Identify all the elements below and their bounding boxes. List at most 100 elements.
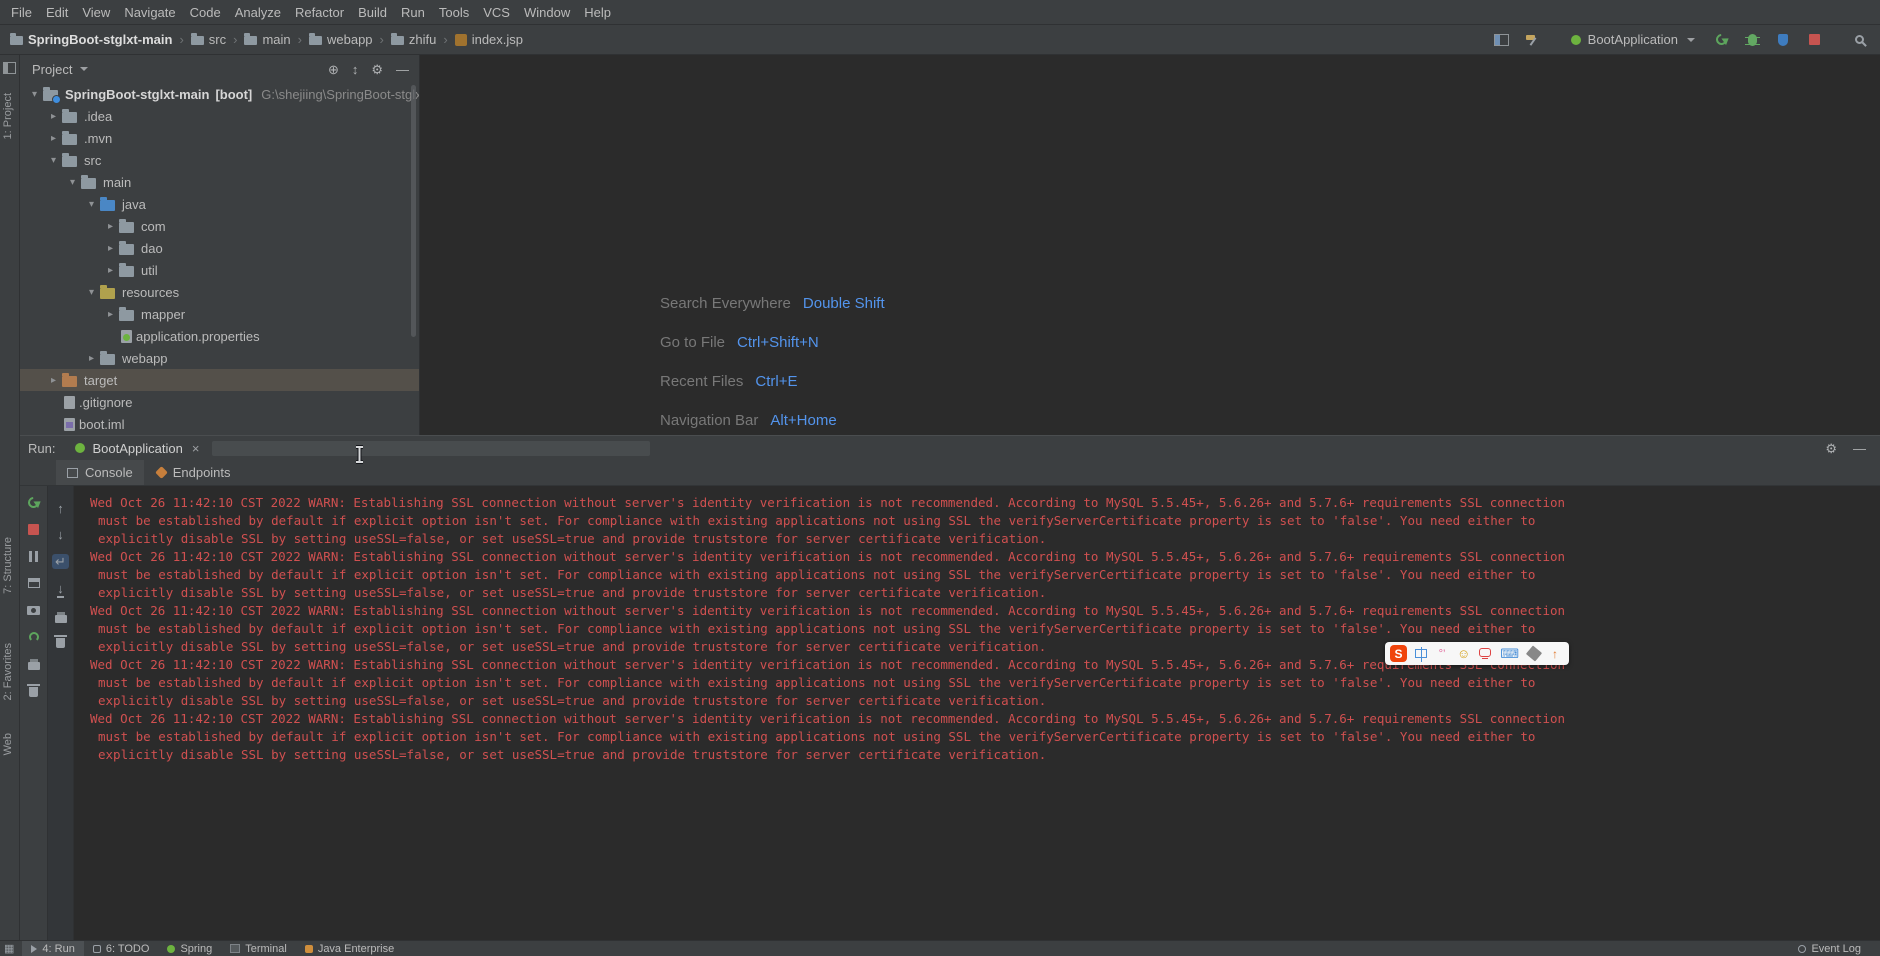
menu-analyze[interactable]: Analyze [228, 2, 288, 23]
ime-punctuation-button[interactable]: °’ [1436, 646, 1448, 662]
tree-item-webapp[interactable]: ▸webapp [20, 347, 419, 369]
scroll-to-end-button[interactable]: ↓ [57, 582, 64, 598]
print-button[interactable] [28, 658, 40, 670]
tree-item-main[interactable]: ▾main [20, 171, 419, 193]
tree-item-mapper[interactable]: ▸mapper [20, 303, 419, 325]
collapse-all-icon[interactable]: ↕ [352, 63, 359, 76]
tree-item-boot-iml[interactable]: boot.iml [20, 413, 419, 435]
tree-item-target[interactable]: ▸target [20, 369, 419, 391]
tab-console[interactable]: Console [56, 460, 144, 485]
tree-collapsed-arrow-icon[interactable]: ▸ [45, 133, 62, 144]
rerun-button[interactable] [28, 496, 39, 508]
tree-item-util[interactable]: ▸util [20, 259, 419, 281]
stop-button[interactable] [28, 523, 39, 535]
tree-expanded-arrow-icon[interactable]: ▾ [45, 155, 62, 166]
menu-vcs[interactable]: VCS [476, 2, 517, 23]
statusbar-item-spring[interactable]: Spring [158, 941, 221, 956]
tree-item-idea[interactable]: ▸.idea [20, 105, 419, 127]
breadcrumb-item-webapp[interactable]: webapp [307, 30, 375, 49]
tree-expanded-arrow-icon[interactable]: ▾ [26, 89, 43, 100]
tree-item-com[interactable]: ▸com [20, 215, 419, 237]
sogou-logo-icon[interactable]: S [1390, 645, 1407, 662]
stripe-button-web[interactable]: Web [2, 733, 14, 755]
tree-collapsed-arrow-icon[interactable]: ▸ [45, 111, 62, 122]
breadcrumb-item-zhifu[interactable]: zhifu [389, 30, 438, 49]
tree-item-gitignore[interactable]: .gitignore [20, 391, 419, 413]
tree-expanded-arrow-icon[interactable]: ▾ [83, 287, 100, 298]
statusbar-item-event-log[interactable]: Event Log [1789, 941, 1870, 956]
tree-item-mvn[interactable]: ▸.mvn [20, 127, 419, 149]
menu-help[interactable]: Help [577, 2, 618, 23]
tree-collapsed-arrow-icon[interactable]: ▸ [102, 309, 119, 320]
run-button[interactable] [1712, 30, 1730, 50]
statusbar-item-4-run[interactable]: 4: Run [22, 941, 83, 956]
settings-gear-icon[interactable]: ⚙ [371, 63, 383, 76]
menu-file[interactable]: File [4, 2, 39, 23]
breadcrumb-item-springboot-stglxt-main[interactable]: SpringBoot-stglxt-main [8, 30, 174, 49]
statusbar-item-6-todo[interactable]: 6: TODO [84, 941, 159, 956]
update-application-button[interactable] [29, 631, 39, 643]
hide-panel-icon[interactable]: — [1853, 442, 1866, 455]
layout-button[interactable] [1493, 30, 1511, 50]
stop-button[interactable] [1805, 30, 1823, 50]
breadcrumb-item-index-jsp[interactable]: index.jsp [453, 30, 525, 49]
breadcrumb-item-src[interactable]: src [189, 30, 228, 49]
pause-output-button[interactable] [29, 550, 38, 562]
menu-tools[interactable]: Tools [432, 2, 476, 23]
tool-window-switcher-icon[interactable]: ▦ [4, 942, 14, 955]
restore-layout-button[interactable] [28, 577, 40, 589]
tree-collapsed-arrow-icon[interactable]: ▸ [102, 243, 119, 254]
menu-view[interactable]: View [75, 2, 117, 23]
console-output[interactable]: Wed Oct 26 11:42:10 CST 2022 WARN: Estab… [74, 486, 1880, 940]
ime-handwriting-button[interactable] [1526, 645, 1542, 661]
tree-collapsed-arrow-icon[interactable]: ▸ [83, 353, 100, 364]
stripe-button-favorites[interactable]: 2: Favorites [2, 643, 14, 700]
settings-gear-icon[interactable]: ⚙ [1825, 442, 1837, 455]
tree-item-java[interactable]: ▾java [20, 193, 419, 215]
menu-refactor[interactable]: Refactor [288, 2, 351, 23]
menu-window[interactable]: Window [517, 2, 577, 23]
clear-all-button[interactable] [56, 636, 65, 648]
coverage-button[interactable] [1774, 30, 1792, 50]
hide-panel-icon[interactable]: — [396, 63, 409, 76]
dump-threads-button[interactable] [27, 604, 40, 616]
ime-keyboard-button[interactable]: ⌨ [1500, 646, 1519, 662]
tab-endpoints[interactable]: Endpoints [146, 460, 242, 485]
statusbar-item-java-enterprise[interactable]: Java Enterprise [296, 941, 403, 956]
statusbar-item-terminal[interactable]: Terminal [221, 941, 296, 956]
build-button[interactable] [1524, 30, 1542, 50]
ime-emoji-button[interactable]: ☺ [1457, 646, 1470, 662]
run-tab-bootapplication[interactable]: BootApplication × [67, 439, 207, 458]
tree-expanded-arrow-icon[interactable]: ▾ [64, 177, 81, 188]
stripe-button-structure[interactable]: 7: Structure [2, 537, 14, 594]
menu-edit[interactable]: Edit [39, 2, 75, 23]
menu-navigate[interactable]: Navigate [117, 2, 182, 23]
ime-chinese-mode-button[interactable] [1415, 649, 1427, 658]
soft-wrap-button[interactable]: ↵ [52, 554, 69, 569]
tree-item-dao[interactable]: ▸dao [20, 237, 419, 259]
ime-toolbox-button[interactable]: ↑ [1549, 646, 1561, 662]
tree-collapsed-arrow-icon[interactable]: ▸ [102, 221, 119, 232]
menu-run[interactable]: Run [394, 2, 432, 23]
print-button[interactable] [55, 611, 67, 623]
menu-build[interactable]: Build [351, 2, 394, 23]
tree-item-application-properties[interactable]: application.properties [20, 325, 419, 347]
menu-code[interactable]: Code [183, 2, 228, 23]
breadcrumb-item-main[interactable]: main [242, 30, 292, 49]
tree-item-resources[interactable]: ▾resources [20, 281, 419, 303]
run-configuration-select[interactable]: BootApplication [1567, 30, 1699, 49]
project-tree-scrollbar[interactable] [411, 85, 416, 337]
down-stack-trace-button[interactable]: ↓ [57, 528, 64, 541]
project-panel-title[interactable]: Project [32, 62, 72, 77]
tree-collapsed-arrow-icon[interactable]: ▸ [45, 375, 62, 386]
debug-button[interactable] [1743, 30, 1761, 50]
search-everywhere-button[interactable] [1850, 30, 1868, 50]
tree-collapsed-arrow-icon[interactable]: ▸ [102, 265, 119, 276]
stripe-button-project[interactable]: 1: Project [2, 93, 14, 139]
tree-expanded-arrow-icon[interactable]: ▾ [83, 199, 100, 210]
tree-item-springboot-stglxt-main[interactable]: ▾SpringBoot-stglxt-main[boot]G:\shejiing… [20, 83, 419, 105]
ime-microphone-button[interactable] [1479, 648, 1491, 657]
close-icon[interactable]: × [192, 441, 200, 456]
up-stack-trace-button[interactable]: ↑ [57, 502, 64, 515]
clear-button[interactable] [29, 685, 38, 697]
